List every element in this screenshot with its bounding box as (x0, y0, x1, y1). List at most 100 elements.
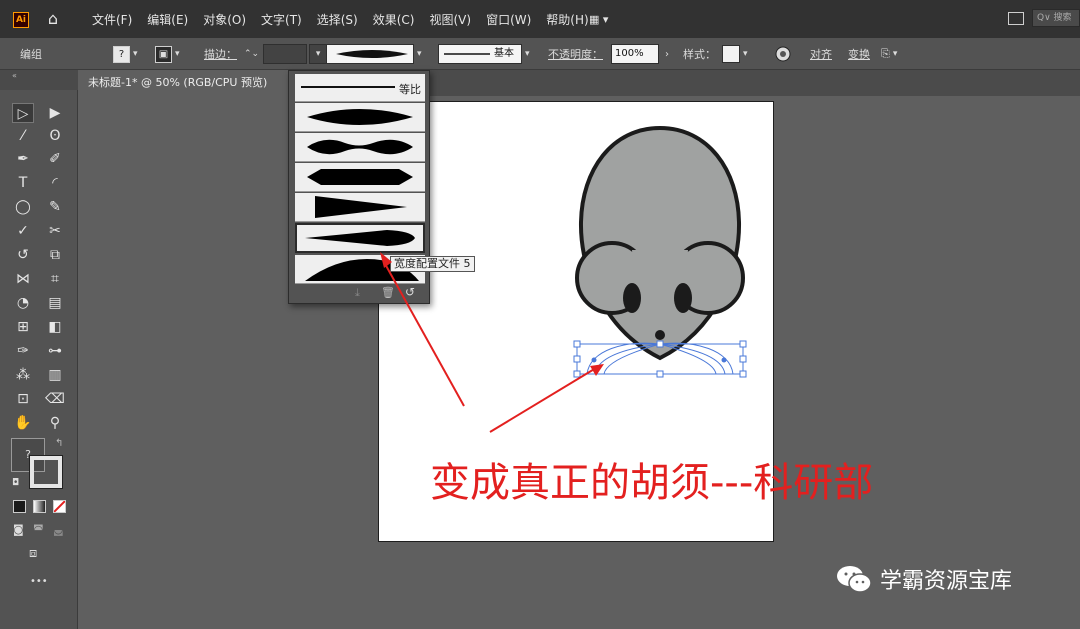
recolor-icon[interactable] (775, 38, 791, 70)
none-mode-icon[interactable] (53, 500, 66, 513)
lasso-tool-icon[interactable]: ʘ (44, 126, 66, 146)
draw-normal-icon[interactable]: ◙ (13, 523, 24, 536)
more-tools-icon[interactable]: ••• (30, 576, 48, 587)
zoom-tool-icon[interactable]: ⚲ (44, 413, 66, 433)
opacity-field[interactable]: 100% › (611, 38, 669, 70)
menu-effect[interactable]: 效果(C) (373, 11, 422, 28)
chevron-right-icon[interactable]: › (665, 49, 669, 60)
mesh-tool-icon[interactable]: ⊞ (12, 317, 34, 337)
menu-type[interactable]: 文字(T) (261, 11, 309, 28)
brush-stroke-preview (444, 53, 490, 55)
tab-document[interactable]: 未标题-1* @ 50% (RGB/CPU 预览) (78, 70, 292, 96)
annotation-caption: 变成真正的胡须---科研部 (430, 460, 874, 506)
width-profile-preview-shape (335, 50, 408, 58)
screen-mode-icon[interactable]: ⧈ (29, 546, 37, 561)
toolbar-collapse-icon[interactable]: « (0, 70, 78, 90)
scale-tool-icon[interactable]: ⧉ (44, 245, 66, 265)
transform-label[interactable]: 变换 (848, 38, 870, 70)
dropdown-footer: ⤓ 🗑 ↺ (289, 283, 429, 303)
menu-view[interactable]: 视图(V) (429, 11, 478, 28)
chevron-down-icon: ▾ (892, 49, 898, 59)
type-tool-icon[interactable]: T (12, 173, 34, 193)
document-tabs: 未标题-1* @ 50% (RGB/CPU 预览) (78, 70, 1080, 96)
reset-icon[interactable]: ↺ (405, 285, 415, 299)
stroke-weight-input[interactable] (263, 44, 308, 64)
eyedropper-tool-icon[interactable]: ✑ (12, 341, 34, 361)
artboard-tool-icon[interactable]: ⊡ (12, 389, 34, 409)
color-wheel-icon (775, 46, 791, 62)
swap-colors-icon[interactable]: ↰ (55, 438, 63, 449)
selection-tool-icon[interactable]: ▷ (12, 103, 34, 123)
width-profile-2[interactable] (295, 133, 425, 162)
gradient-tool-icon[interactable]: ◧ (44, 317, 66, 337)
menu-select[interactable]: 选择(S) (317, 11, 365, 28)
shaper-tool-icon[interactable]: ✓ (12, 221, 34, 241)
width-profile-5-shape (305, 230, 415, 246)
shape-builder-tool-icon[interactable]: ◔ (12, 293, 34, 313)
align-label[interactable]: 对齐 (810, 38, 832, 70)
home-icon[interactable]: ⌂ (44, 10, 62, 28)
menu-object[interactable]: 对象(O) (203, 11, 253, 28)
stroke-style-label: 基本 (494, 48, 514, 59)
watermark-text: 学霸资源宝库 (880, 569, 1013, 594)
style-select[interactable]: ▾ (722, 38, 748, 70)
width-profile-preview (326, 44, 414, 64)
gradient-mode-icon[interactable] (33, 500, 46, 513)
pen-tool-icon[interactable]: ✒ (12, 149, 34, 169)
stroke-label[interactable]: 描边： (204, 38, 237, 70)
eraser-tool-icon[interactable]: ⌫ (44, 389, 66, 409)
stroke-weight-dropdown[interactable]: ▾ (309, 44, 328, 64)
trash-icon[interactable]: 🗑 (381, 286, 395, 299)
stepper-arrows-icon[interactable]: ⌃⌄ (244, 49, 259, 59)
search-input[interactable]: Q∨ 搜索 (1032, 9, 1080, 27)
menu-file[interactable]: 文件(F) (92, 11, 139, 28)
width-profile-1-shape (307, 109, 413, 125)
default-colors-icon[interactable]: ◘ (12, 478, 19, 488)
opacity-label[interactable]: 不透明度： (548, 38, 603, 70)
workspace-switcher-icon[interactable]: ▦ ▾ (589, 13, 608, 26)
ellipse-tool-icon[interactable]: ◯ (12, 197, 34, 217)
variable-width-profile-select[interactable]: ▾ (326, 38, 422, 70)
profile-tooltip: 宽度配置文件 5 (390, 256, 475, 272)
column-graph-tool-icon[interactable]: ▥ (44, 365, 66, 385)
width-profile-3[interactable] (295, 163, 425, 192)
direct-selection-tool-icon[interactable]: ▶ (44, 103, 66, 123)
width-tool-icon[interactable]: ⋈ (12, 269, 34, 289)
line-segment-tool-icon[interactable]: ◜ (44, 173, 66, 193)
panel-toggle-icon[interactable] (1008, 11, 1024, 25)
width-profile-5[interactable] (295, 223, 425, 253)
rotate-tool-icon[interactable]: ↺ (12, 245, 34, 265)
free-transform-tool-icon[interactable]: ⌗ (44, 269, 66, 289)
width-profile-uniform[interactable]: 等比 (295, 74, 425, 102)
menu-window[interactable]: 窗口(W) (486, 11, 538, 28)
brush-definition-select[interactable]: 基本 ▾ (438, 38, 530, 70)
scissors-tool-icon[interactable]: ✂ (44, 221, 66, 241)
fill-swatch[interactable]: ? ▾ (113, 38, 138, 70)
blend-tool-icon[interactable]: ⊶ (44, 341, 66, 361)
isolate-icon[interactable]: ⎘ ▾ (881, 38, 897, 70)
symbol-sprayer-tool-icon[interactable]: ⁂ (12, 365, 34, 385)
chevron-down-icon: ▾ (133, 49, 138, 59)
paintbrush-tool-icon[interactable]: ✎ (44, 197, 66, 217)
color-mode-icon[interactable] (13, 500, 26, 513)
hand-tool-icon[interactable]: ✋ (12, 413, 34, 433)
watermark: 学霸资源宝库 (836, 563, 1012, 595)
perspective-grid-tool-icon[interactable]: ▤ (44, 293, 66, 313)
stroke-color-box[interactable] (29, 455, 63, 489)
control-bar: 编组 ? ▾ ▣ ▾ 描边： ⌃⌄ ▾ ▾ 基本 ▾ 不透明度： 100% › 样式… (0, 38, 1080, 70)
add-profile-icon[interactable]: ⤓ (355, 286, 360, 300)
stroke-weight-stepper[interactable]: ⌃⌄ ▾ (244, 38, 328, 70)
curvature-tool-icon[interactable]: ✐ (44, 149, 66, 169)
chevron-down-icon: ▾ (175, 49, 180, 59)
none-slash-icon (54, 501, 65, 512)
chevron-down-icon: ▾ (743, 49, 748, 59)
opacity-input[interactable]: 100% (611, 44, 659, 64)
menu-edit[interactable]: 编辑(E) (147, 11, 195, 28)
width-profile-4[interactable] (295, 193, 425, 222)
draw-inside-icon[interactable]: ◛ (53, 523, 64, 536)
fill-value: ? (113, 45, 130, 63)
magic-wand-tool-icon[interactable]: ⁄ (12, 126, 34, 146)
draw-behind-icon[interactable]: ◚ (33, 523, 44, 536)
width-profile-1[interactable] (295, 103, 425, 132)
stroke-swatch[interactable]: ▣ ▾ (155, 38, 180, 70)
